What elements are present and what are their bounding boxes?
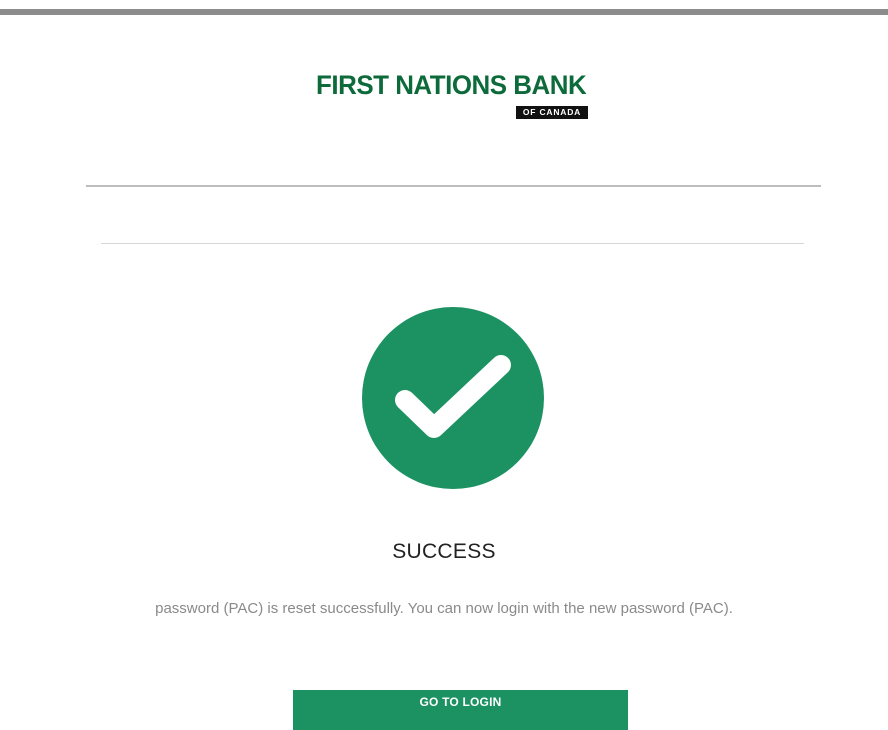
bank-name: FIRST NATIONS BANK bbox=[316, 70, 587, 100]
bank-logo: FIRST NATIONS BANK OF CANADA bbox=[316, 66, 596, 120]
go-to-login-label: GO TO LOGIN bbox=[419, 695, 502, 709]
divider-top bbox=[86, 185, 821, 187]
success-title: SUCCESS bbox=[392, 540, 496, 563]
go-to-login-button[interactable]: GO TO LOGIN bbox=[293, 690, 628, 730]
success-message: password (PAC) is reset successfully. Yo… bbox=[155, 600, 733, 617]
bank-subtitle: OF CANADA bbox=[516, 106, 588, 119]
top-border bbox=[0, 9, 888, 15]
divider-bottom bbox=[101, 243, 804, 244]
success-badge bbox=[362, 307, 544, 489]
checkmark-icon bbox=[395, 355, 511, 438]
